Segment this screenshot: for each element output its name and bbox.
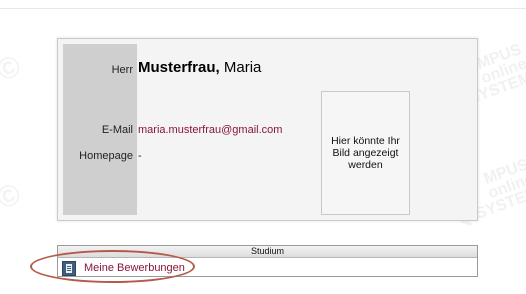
email-link[interactable]: maria.musterfrau@gmail.com [138,124,282,136]
salutation-label: Herr [111,64,133,76]
last-name: Musterfrau, [138,59,220,76]
top-divider [0,8,526,9]
profile-card: Herr Musterfrau, Maria E-Mail maria.must… [57,38,478,221]
photo-placeholder: Hier könnte Ihr Bild angezeigt werden [321,91,410,215]
homepage-label: Homepage [79,150,133,162]
watermark-left-top: © [0,49,25,88]
person-name: Musterfrau, Maria [138,59,261,76]
email-label: E-Mail [101,124,133,136]
homepage-value: - [138,150,142,162]
watermark-left-bottom: © [0,177,25,216]
photo-placeholder-text: Hier könnte Ihr Bild angezeigt werden [331,135,400,171]
first-name: Maria [223,59,262,76]
highlight-circle [30,250,195,283]
